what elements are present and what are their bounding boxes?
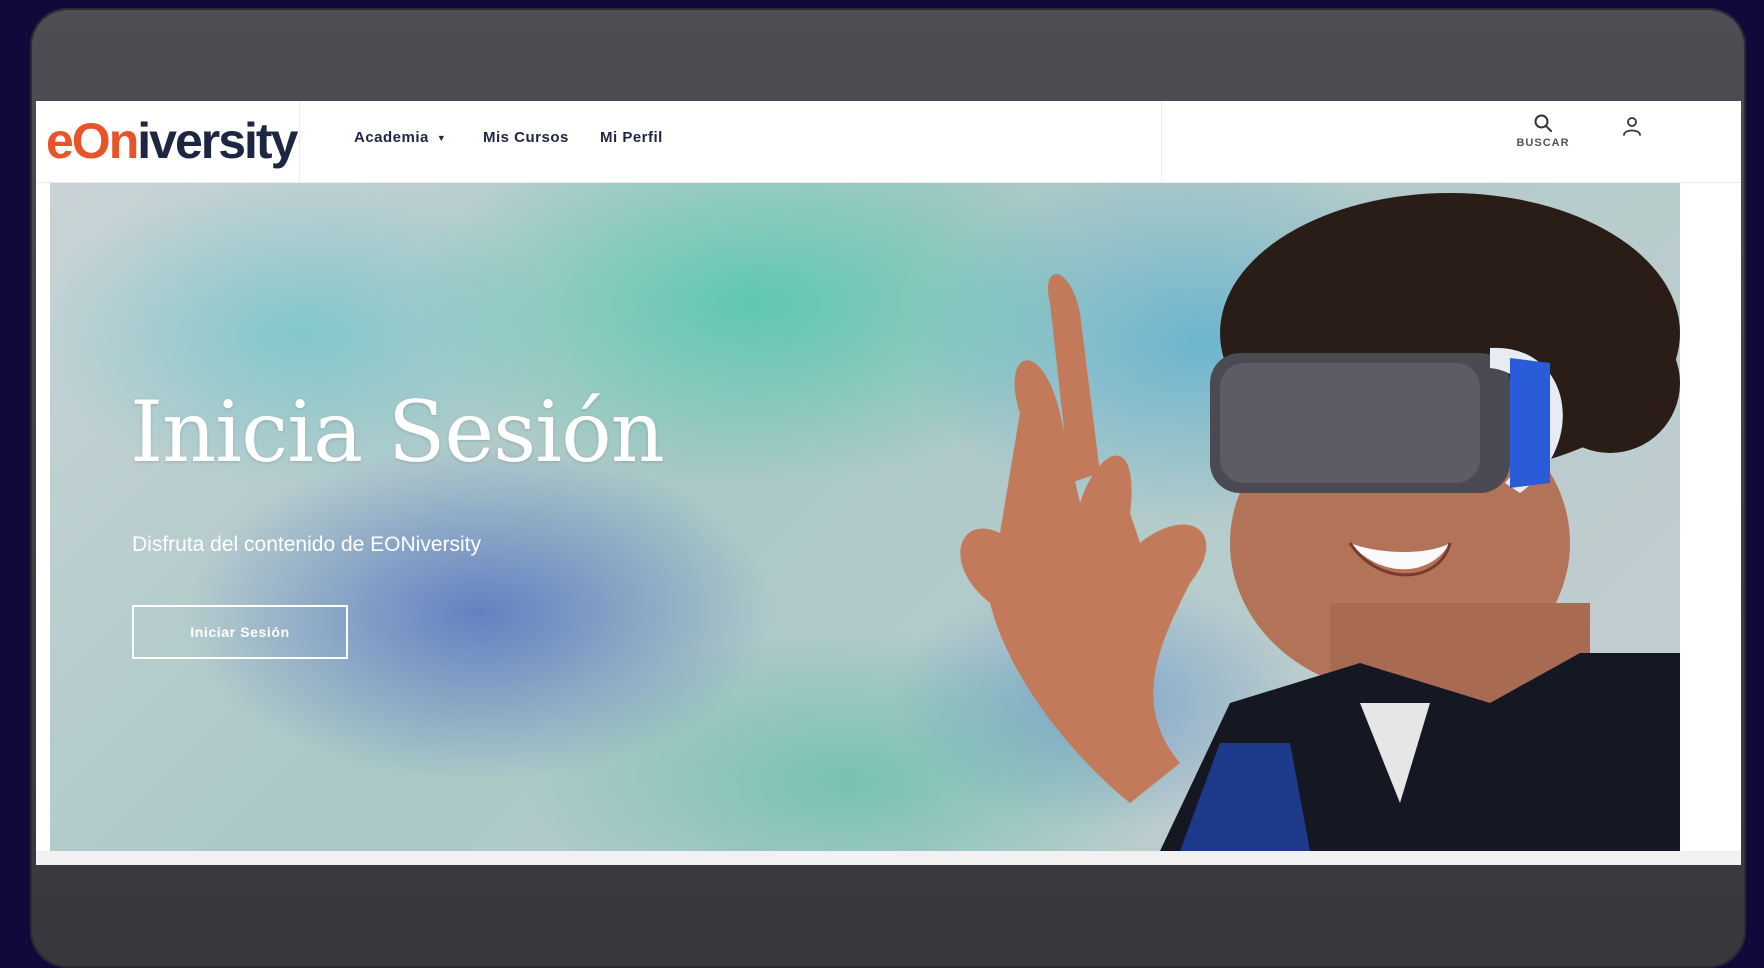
user-account-button[interactable] xyxy=(1621,115,1651,145)
user-icon xyxy=(1623,117,1641,136)
nav-item-label: Mi Perfil xyxy=(600,129,663,146)
hero-title: Inicia Sesión xyxy=(130,383,665,481)
search-label: BUSCAR xyxy=(1516,137,1570,149)
navbar: eOn iversity Academia ▼ Mis Cursos Mi Per… xyxy=(36,101,1741,183)
bottom-strip xyxy=(36,851,1741,865)
search-button[interactable]: BUSCAR xyxy=(1508,113,1578,169)
search-icon xyxy=(1534,114,1552,132)
logo-iversity: iversity xyxy=(137,113,298,169)
hero-subtitle: Disfruta del contenido de EONiversity xyxy=(132,533,481,556)
hero-banner: Inicia Sesión Disfruta del contenido de … xyxy=(50,183,1680,851)
nav-divider xyxy=(1161,101,1162,182)
nav-item-mis-cursos[interactable]: Mis Cursos xyxy=(483,129,569,146)
caret-down-icon: ▼ xyxy=(436,132,447,143)
nav-item-mi-perfil[interactable]: Mi Perfil xyxy=(600,129,663,146)
nav-divider xyxy=(299,101,300,182)
nav-item-academia[interactable]: Academia ▼ xyxy=(354,129,446,146)
logo-eon: eOn xyxy=(46,113,139,169)
nav-item-label: Academia xyxy=(354,129,429,146)
login-button[interactable]: Iniciar Sesión xyxy=(132,605,348,659)
vr-person-image xyxy=(960,193,1680,851)
nav-item-label: Mis Cursos xyxy=(483,129,569,146)
site-logo[interactable]: eOn iversity xyxy=(46,111,316,171)
browser-screen: eOn iversity Academia ▼ Mis Cursos Mi Per… xyxy=(36,101,1741,865)
